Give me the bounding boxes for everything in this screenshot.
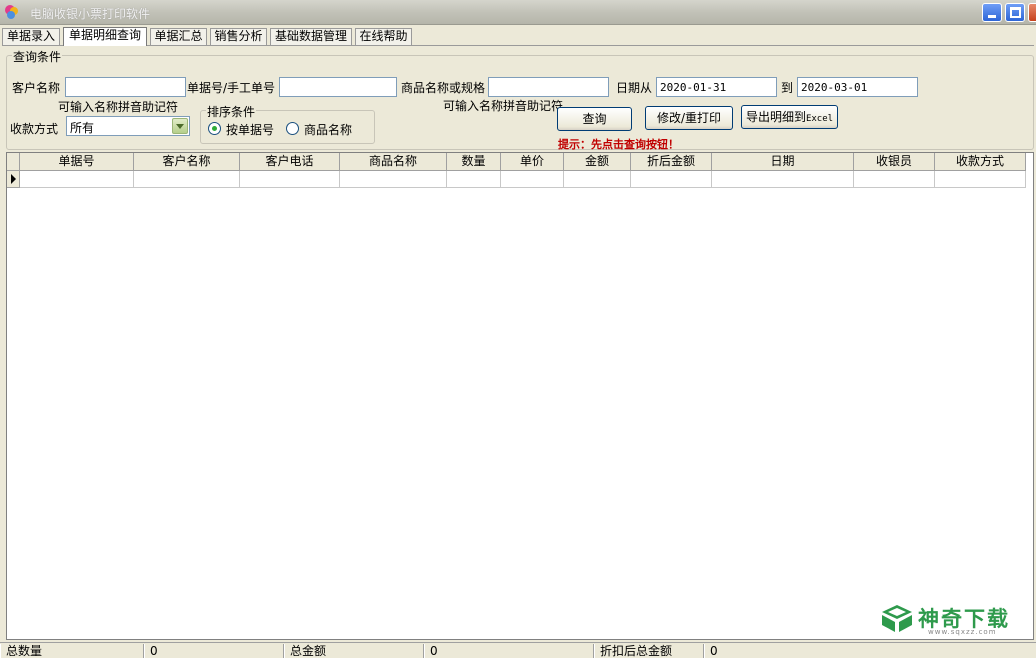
sort-by-product-radio[interactable] (286, 122, 299, 135)
detail-grid[interactable]: 单据号 客户名称 客户电话 商品名称 数量 单价 金额 折后金额 日期 收银员 … (6, 152, 1034, 640)
current-row-arrow-icon (7, 171, 20, 188)
column-header[interactable]: 收款方式 (935, 153, 1026, 171)
grid-header: 单据号 客户名称 客户电话 商品名称 数量 单价 金额 折后金额 日期 收银员 … (7, 153, 1026, 171)
customer-hint: 可输入名称拼音助记符 (58, 100, 179, 114)
payment-method-select[interactable]: 所有 (66, 116, 190, 136)
total-qty-label: 总数量 (0, 644, 144, 658)
column-header[interactable]: 客户电话 (240, 153, 340, 171)
total-amount-label: 总金额 (284, 644, 424, 658)
column-header[interactable]: 金额 (564, 153, 631, 171)
payment-method-label: 收款方式 (10, 122, 59, 136)
grid-cell[interactable] (564, 171, 631, 188)
reprint-button[interactable]: 修改/重打印 (645, 106, 733, 130)
discount-total-label: 折扣后总金额 (594, 644, 704, 658)
grid-cell[interactable] (935, 171, 1026, 188)
grid-cell[interactable] (240, 171, 340, 188)
grid-cell[interactable] (712, 171, 854, 188)
query-conditions-title: 查询条件 (12, 48, 63, 65)
status-bar: 总数量 0 总金额 0 折扣后总金额 0 (0, 642, 1036, 658)
watermark-url: www.sqxzz.com (928, 628, 997, 636)
column-header[interactable]: 日期 (712, 153, 854, 171)
order-no-label: 单据号/手工单号 (187, 81, 276, 95)
sort-by-order-no-label[interactable]: 按单据号 (226, 121, 274, 138)
tab-online-help[interactable]: 在线帮助 (355, 28, 412, 45)
order-no-input[interactable] (279, 77, 397, 97)
export-excel-label: 导出明细到 (745, 110, 806, 124)
product-hint: 可输入名称拼音助记符 (443, 99, 564, 113)
export-excel-suffix: Excel (805, 114, 834, 124)
column-header[interactable]: 单据号 (20, 153, 134, 171)
product-label: 商品名称或规格 (401, 81, 486, 95)
column-header[interactable]: 收银员 (854, 153, 935, 171)
maximize-icon (1010, 7, 1021, 18)
total-amount-value: 0 (424, 644, 594, 658)
grid-cell[interactable] (631, 171, 712, 188)
grid-cell[interactable] (20, 171, 134, 188)
column-header[interactable]: 客户名称 (134, 153, 240, 171)
date-to-label: 到 (781, 81, 794, 95)
tab-basic-data[interactable]: 基础数据管理 (270, 28, 352, 45)
grid-corner (7, 153, 20, 171)
date-to-input[interactable] (797, 77, 918, 97)
export-excel-button[interactable]: 导出明细到Excel (741, 105, 838, 129)
app-icon (5, 5, 18, 19)
grid-cell[interactable] (134, 171, 240, 188)
grid-cell[interactable] (501, 171, 564, 188)
minimize-button[interactable] (982, 3, 1002, 22)
sort-conditions-title: 排序条件 (206, 103, 257, 120)
box-logo-icon (882, 605, 912, 632)
total-qty-value: 0 (144, 644, 284, 658)
customer-label: 客户名称 (12, 81, 61, 95)
tab-sales-analysis[interactable]: 销售分析 (210, 28, 267, 45)
window-title: 电脑收银小票打印软件 (30, 7, 151, 21)
sort-by-order-no-radio[interactable] (208, 122, 221, 135)
customer-input[interactable] (65, 77, 186, 97)
query-button[interactable]: 查询 (557, 107, 632, 131)
date-from-input[interactable] (656, 77, 777, 97)
maximize-button[interactable] (1005, 3, 1025, 22)
discount-total-value: 0 (704, 644, 1036, 658)
column-header[interactable]: 数量 (447, 153, 501, 171)
column-header[interactable]: 单价 (501, 153, 564, 171)
payment-method-value: 所有 (70, 121, 95, 135)
close-button[interactable] (1028, 3, 1036, 22)
column-header[interactable]: 折后金额 (631, 153, 712, 171)
grid-cell[interactable] (340, 171, 447, 188)
sort-by-product-label[interactable]: 商品名称 (304, 121, 352, 138)
tab-order-entry[interactable]: 单据录入 (2, 28, 60, 45)
tab-panel-border (2, 45, 1034, 46)
date-from-label: 日期从 (616, 81, 653, 95)
tab-order-summary[interactable]: 单据汇总 (150, 28, 207, 45)
title-bar: 电脑收银小票打印软件 (0, 0, 1036, 25)
product-input[interactable] (488, 77, 609, 97)
column-header[interactable]: 商品名称 (340, 153, 447, 171)
grid-cell[interactable] (854, 171, 935, 188)
grid-cell[interactable] (447, 171, 501, 188)
chevron-down-icon[interactable] (172, 118, 188, 134)
query-tip: 提示：先点击查询按钮！ (558, 138, 679, 151)
tab-order-detail-query[interactable]: 单据明细查询 (63, 27, 147, 46)
minimize-icon (988, 15, 996, 18)
